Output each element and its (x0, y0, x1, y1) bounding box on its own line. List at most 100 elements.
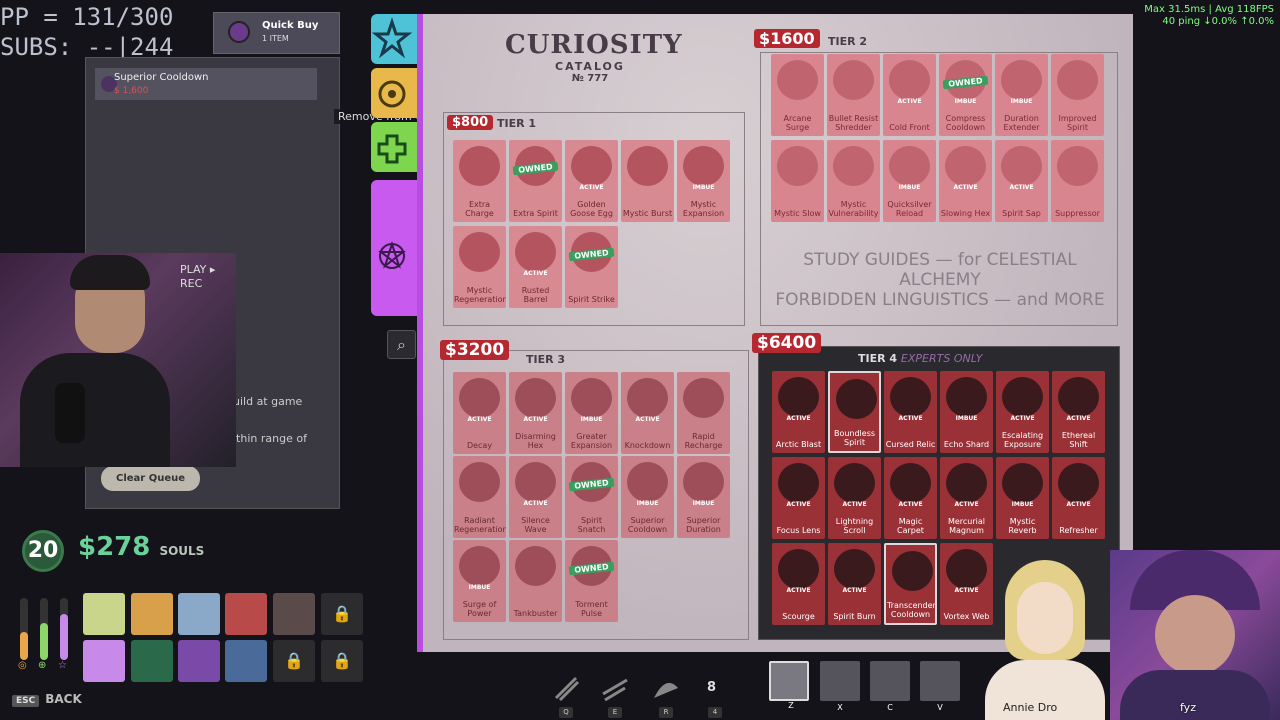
item-name: Superior Duration (686, 516, 721, 534)
item-card[interactable]: ACTIVE Mercurial Magnum (940, 457, 993, 539)
item-icon (459, 232, 500, 272)
quick-slot-c[interactable]: C (870, 661, 910, 712)
item-card[interactable]: IMBUE Greater Expansion (565, 372, 618, 454)
item-icon (777, 60, 818, 100)
item-card[interactable]: Rapid Recharge (677, 372, 730, 454)
item-card[interactable]: Tankbuster (509, 540, 562, 622)
item-card[interactable]: IMBUE OWNED Compress Cooldown (939, 54, 992, 136)
item-card[interactable]: ACTIVE Lightning Scroll (828, 457, 881, 539)
item-card[interactable]: ACTIVE Spirit Sap (995, 140, 1048, 222)
item-card[interactable]: IMBUE Duration Extender (995, 54, 1048, 136)
locked-slot: 🔒 (321, 593, 363, 635)
item-icon (627, 146, 668, 186)
item-card[interactable]: ACTIVE Disarming Hex (509, 372, 562, 454)
tab-health[interactable] (371, 122, 417, 172)
ability-3[interactable]: R (648, 670, 684, 718)
item-card[interactable]: IMBUE Superior Cooldown (621, 456, 674, 538)
item-card[interactable]: Mystic Burst (621, 140, 674, 222)
item-card[interactable]: Mystic Regeneration (453, 226, 506, 308)
item-status: ACTIVE (954, 501, 979, 508)
item-card[interactable]: ACTIVE Cursed Relic (884, 371, 937, 453)
ability-2[interactable]: E (597, 670, 633, 718)
item-icon (946, 377, 987, 417)
item-icon (627, 378, 668, 418)
item-status: ACTIVE (523, 270, 548, 277)
tab-weapon[interactable] (371, 14, 417, 64)
queue-item[interactable]: Superior Cooldown $ 1,600 (95, 68, 317, 100)
item-status: ACTIVE (1066, 415, 1091, 422)
item-name: Spirit Snatch (577, 516, 606, 534)
item-card[interactable]: ACTIVE Ethereal Shift (1052, 371, 1105, 453)
item-card[interactable]: ACTIVE Knockdown (621, 372, 674, 454)
item-icon (683, 462, 724, 502)
item-card[interactable]: Boundless Spirit (828, 371, 881, 453)
item-card[interactable]: Suppressor (1051, 140, 1104, 222)
item-card[interactable]: Transcendent Cooldown (884, 543, 937, 625)
item-card[interactable]: Bullet Resist Shredder (827, 54, 880, 136)
item-card[interactable]: ACTIVE Decay (453, 372, 506, 454)
owned-item-slot[interactable] (178, 640, 220, 682)
item-name: Lightning Scroll (835, 517, 874, 535)
item-card[interactable]: IMBUE Echo Shard (940, 371, 993, 453)
item-card[interactable]: IMBUE Superior Duration (677, 456, 730, 538)
item-card[interactable]: IMBUE Surge of Power (453, 540, 506, 622)
item-card[interactable]: OWNED Spirit Snatch (565, 456, 618, 538)
item-card[interactable]: IMBUE Quicksilver Reload (883, 140, 936, 222)
search-button[interactable]: ⌕ (387, 330, 416, 359)
item-name: Torment Pulse (575, 600, 608, 618)
tab-spirit[interactable] (371, 180, 417, 316)
owned-item-slot[interactable] (225, 640, 267, 682)
item-card[interactable]: ACTIVE Golden Goose Egg (565, 140, 618, 222)
item-status: IMBUE (1010, 98, 1033, 105)
item-card[interactable]: ACTIVE Magic Carpet (884, 457, 937, 539)
tier-2-price: $1600 (754, 29, 820, 48)
owned-item-slot[interactable] (83, 640, 125, 682)
item-card[interactable]: Improved Spirit (1051, 54, 1104, 136)
ability-4[interactable]: 84 (697, 670, 733, 718)
quick-buy-button[interactable]: Quick Buy 1 ITEM (213, 12, 340, 54)
item-icon (1002, 377, 1043, 417)
owned-item-slot[interactable] (83, 593, 125, 635)
item-status: ACTIVE (1066, 501, 1091, 508)
item-card[interactable]: ACTIVE Focus Lens (772, 457, 825, 539)
back-button[interactable]: ESC BACK (12, 692, 82, 707)
quick-slot-v[interactable]: V (920, 661, 960, 712)
item-card[interactable]: IMBUE Mystic Reverb (996, 457, 1049, 539)
item-status: IMBUE (692, 500, 715, 507)
quick-slot-x[interactable]: X (820, 661, 860, 712)
owned-item-slot[interactable] (131, 593, 173, 635)
item-card[interactable]: OWNED Spirit Strike (565, 226, 618, 308)
item-card[interactable]: Mystic Slow (771, 140, 824, 222)
owned-item-slot[interactable] (273, 593, 315, 635)
clear-queue-button[interactable]: Clear Queue (101, 466, 200, 491)
item-card[interactable]: ACTIVE Arctic Blast (772, 371, 825, 453)
owned-item-slot[interactable] (225, 593, 267, 635)
owned-item-slot[interactable] (131, 640, 173, 682)
tab-vitality[interactable] (371, 68, 417, 118)
item-name: Golden Goose Egg (570, 200, 613, 218)
item-card[interactable]: ACTIVE Silence Wave (509, 456, 562, 538)
item-icon (833, 60, 874, 100)
item-card[interactable]: ACTIVE Rusted Barrel (509, 226, 562, 308)
item-card[interactable]: Extra Charge (453, 140, 506, 222)
tier-1-price: $800 (447, 115, 494, 130)
ability-1[interactable]: Q (548, 670, 584, 718)
item-card[interactable]: ACTIVE Refresher (1052, 457, 1105, 539)
souls-counter: $278 SOULS (78, 532, 204, 562)
item-card[interactable]: ACTIVE Cold Front (883, 54, 936, 136)
item-card[interactable]: ACTIVE Spirit Burn (828, 543, 881, 625)
item-card[interactable]: OWNED Extra Spirit (509, 140, 562, 222)
queue-item-name: Superior Cooldown (114, 72, 209, 83)
item-card[interactable]: Mystic Vulnerability (827, 140, 880, 222)
owned-item-slot[interactable] (178, 593, 220, 635)
item-card[interactable]: ACTIVE Scourge (772, 543, 825, 625)
souls-label: SOULS (159, 544, 205, 558)
item-card[interactable]: Arcane Surge (771, 54, 824, 136)
item-card[interactable]: OWNED Torment Pulse (565, 540, 618, 622)
quick-slot-z[interactable]: Z (769, 661, 809, 710)
queue-hint-2: ithin range of (233, 432, 307, 445)
item-card[interactable]: ACTIVE Escalating Exposure (996, 371, 1049, 453)
item-card[interactable]: ACTIVE Slowing Hex (939, 140, 992, 222)
item-card[interactable]: IMBUE Mystic Expansion (677, 140, 730, 222)
item-card[interactable]: Radiant Regeneration (453, 456, 506, 538)
